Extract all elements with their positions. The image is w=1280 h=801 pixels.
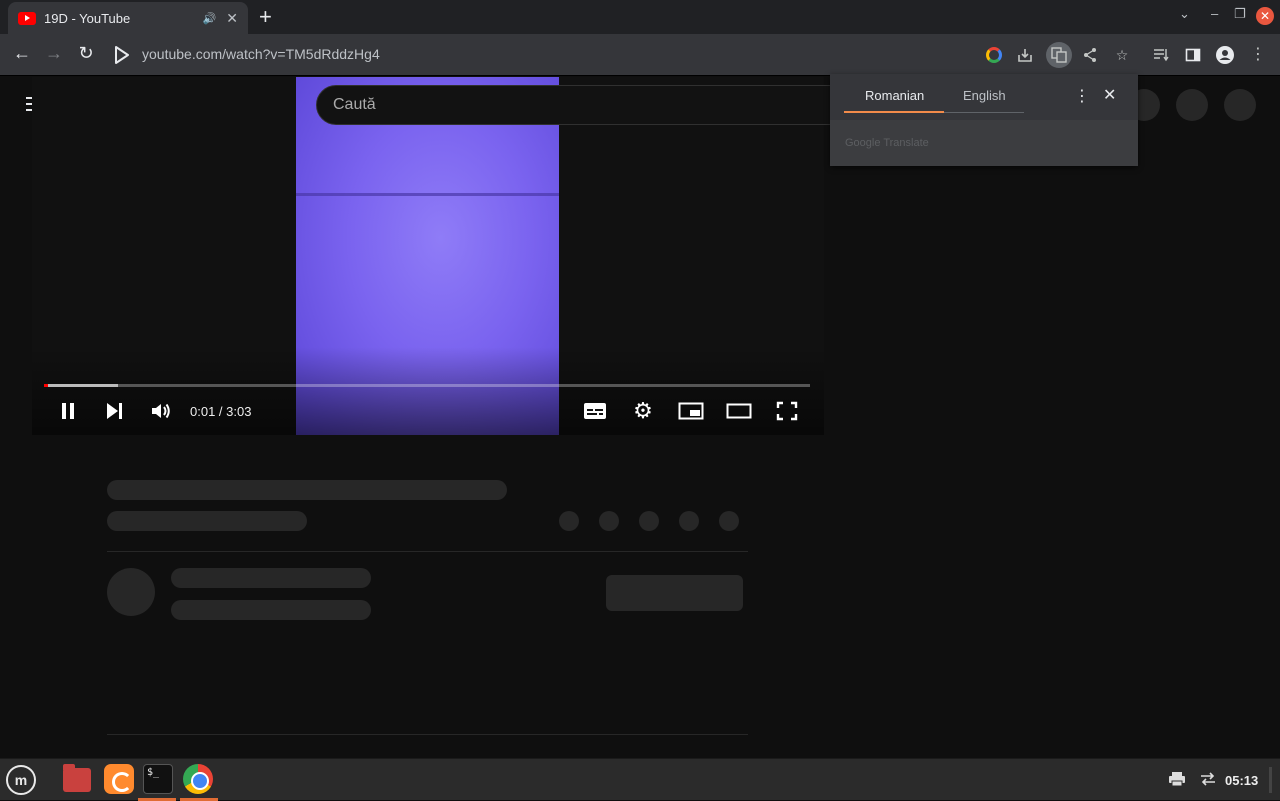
progress-played — [44, 384, 48, 387]
miniplayer-icon[interactable] — [677, 397, 705, 425]
video-player[interactable]: 0:01 / 3:03 ⚙ — [32, 77, 824, 435]
youtube-page: 0:01 / 3:03 ⚙ Caută — [0, 77, 1280, 758]
browser-menu-icon[interactable]: ⋮ — [1247, 44, 1269, 66]
share-icon[interactable] — [1079, 44, 1101, 66]
firefox-icon[interactable] — [104, 764, 134, 794]
files-icon[interactable] — [63, 764, 91, 792]
channel-subs-placeholder — [171, 600, 371, 620]
progress-buffered — [44, 384, 118, 387]
maximize-button[interactable]: ❐ — [1234, 6, 1246, 22]
tab-search-icon[interactable]: ⌄ — [1179, 6, 1190, 22]
meta-placeholder — [107, 511, 307, 531]
browser-tab[interactable]: 19D - YouTube 🔊 ✕ — [8, 2, 248, 34]
translate-popup: Romanian English ⋮ ✕ Google Translate — [830, 74, 1138, 166]
profile-avatar-icon[interactable] — [1214, 44, 1236, 66]
close-icon[interactable]: ✕ — [1103, 85, 1116, 105]
chrome-icon[interactable] — [183, 764, 213, 794]
browser-tab-bar: 19D - YouTube 🔊 ✕ + ⌄ – ❐ ✕ — [0, 0, 1280, 34]
speaker-icon[interactable]: 🔊 — [203, 12, 217, 25]
progress-bar[interactable] — [44, 384, 810, 387]
title-placeholder — [107, 480, 507, 500]
taskbar: m $_ 05:13 — [0, 758, 1280, 801]
network-icon[interactable] — [1199, 771, 1217, 791]
target-language-tab[interactable]: English — [963, 88, 1006, 103]
side-panel-icon[interactable] — [1182, 44, 1204, 66]
action-placeholder — [679, 511, 699, 531]
next-button[interactable] — [100, 397, 128, 425]
reading-list-icon[interactable] — [1150, 44, 1172, 66]
divider — [107, 551, 748, 552]
more-options-icon[interactable]: ⋮ — [1074, 86, 1090, 106]
header-icon-placeholder — [1176, 89, 1208, 121]
forward-button[interactable]: → — [42, 43, 66, 64]
action-placeholder — [559, 511, 579, 531]
tab-title: 19D - YouTube — [44, 10, 131, 26]
time-display: 0:01 / 3:03 — [190, 404, 252, 419]
new-tab-button[interactable]: + — [259, 4, 272, 30]
volume-icon[interactable] — [147, 397, 175, 425]
fullscreen-icon[interactable] — [773, 397, 801, 425]
google-translate-brand: Google Translate — [845, 137, 929, 149]
channel-avatar-placeholder — [107, 568, 155, 616]
install-app-icon[interactable] — [1014, 44, 1036, 66]
divider — [107, 734, 748, 735]
avatar-placeholder — [1224, 89, 1256, 121]
source-language-tab[interactable]: Romanian — [865, 88, 924, 103]
clock[interactable]: 05:13 — [1225, 773, 1258, 788]
settings-gear-icon[interactable]: ⚙ — [629, 397, 657, 425]
bookmark-star-icon[interactable]: ☆ — [1111, 44, 1133, 66]
mint-menu-icon[interactable]: m — [6, 765, 36, 795]
subscribe-placeholder — [606, 575, 743, 611]
printer-icon[interactable] — [1168, 771, 1186, 791]
site-info-icon[interactable] — [112, 45, 132, 65]
back-button[interactable]: ← — [10, 43, 34, 64]
youtube-favicon-icon — [18, 11, 36, 25]
reload-button[interactable]: ↻ — [74, 43, 98, 64]
minimize-button[interactable]: – — [1211, 6, 1218, 21]
google-lens-icon[interactable] — [983, 44, 1005, 66]
search-input[interactable]: Caută — [316, 85, 876, 125]
window-close-button[interactable]: ✕ — [1256, 7, 1274, 25]
action-placeholder — [639, 511, 659, 531]
active-tab-indicator — [844, 111, 944, 113]
subtitles-icon[interactable] — [581, 397, 609, 425]
address-bar[interactable]: youtube.com/watch?v=TM5dRddzHg4 — [142, 46, 380, 62]
translate-icon[interactable] — [1046, 42, 1072, 68]
tab-close-icon[interactable]: ✕ — [226, 10, 238, 27]
action-placeholder — [599, 511, 619, 531]
channel-name-placeholder — [171, 568, 371, 588]
terminal-icon[interactable]: $_ — [143, 764, 173, 794]
theater-mode-icon[interactable] — [725, 397, 753, 425]
pause-button[interactable] — [54, 397, 82, 425]
browser-toolbar: ← → ↻ youtube.com/watch?v=TM5dRddzHg4 ☆ … — [0, 34, 1280, 76]
action-placeholder — [719, 511, 739, 531]
